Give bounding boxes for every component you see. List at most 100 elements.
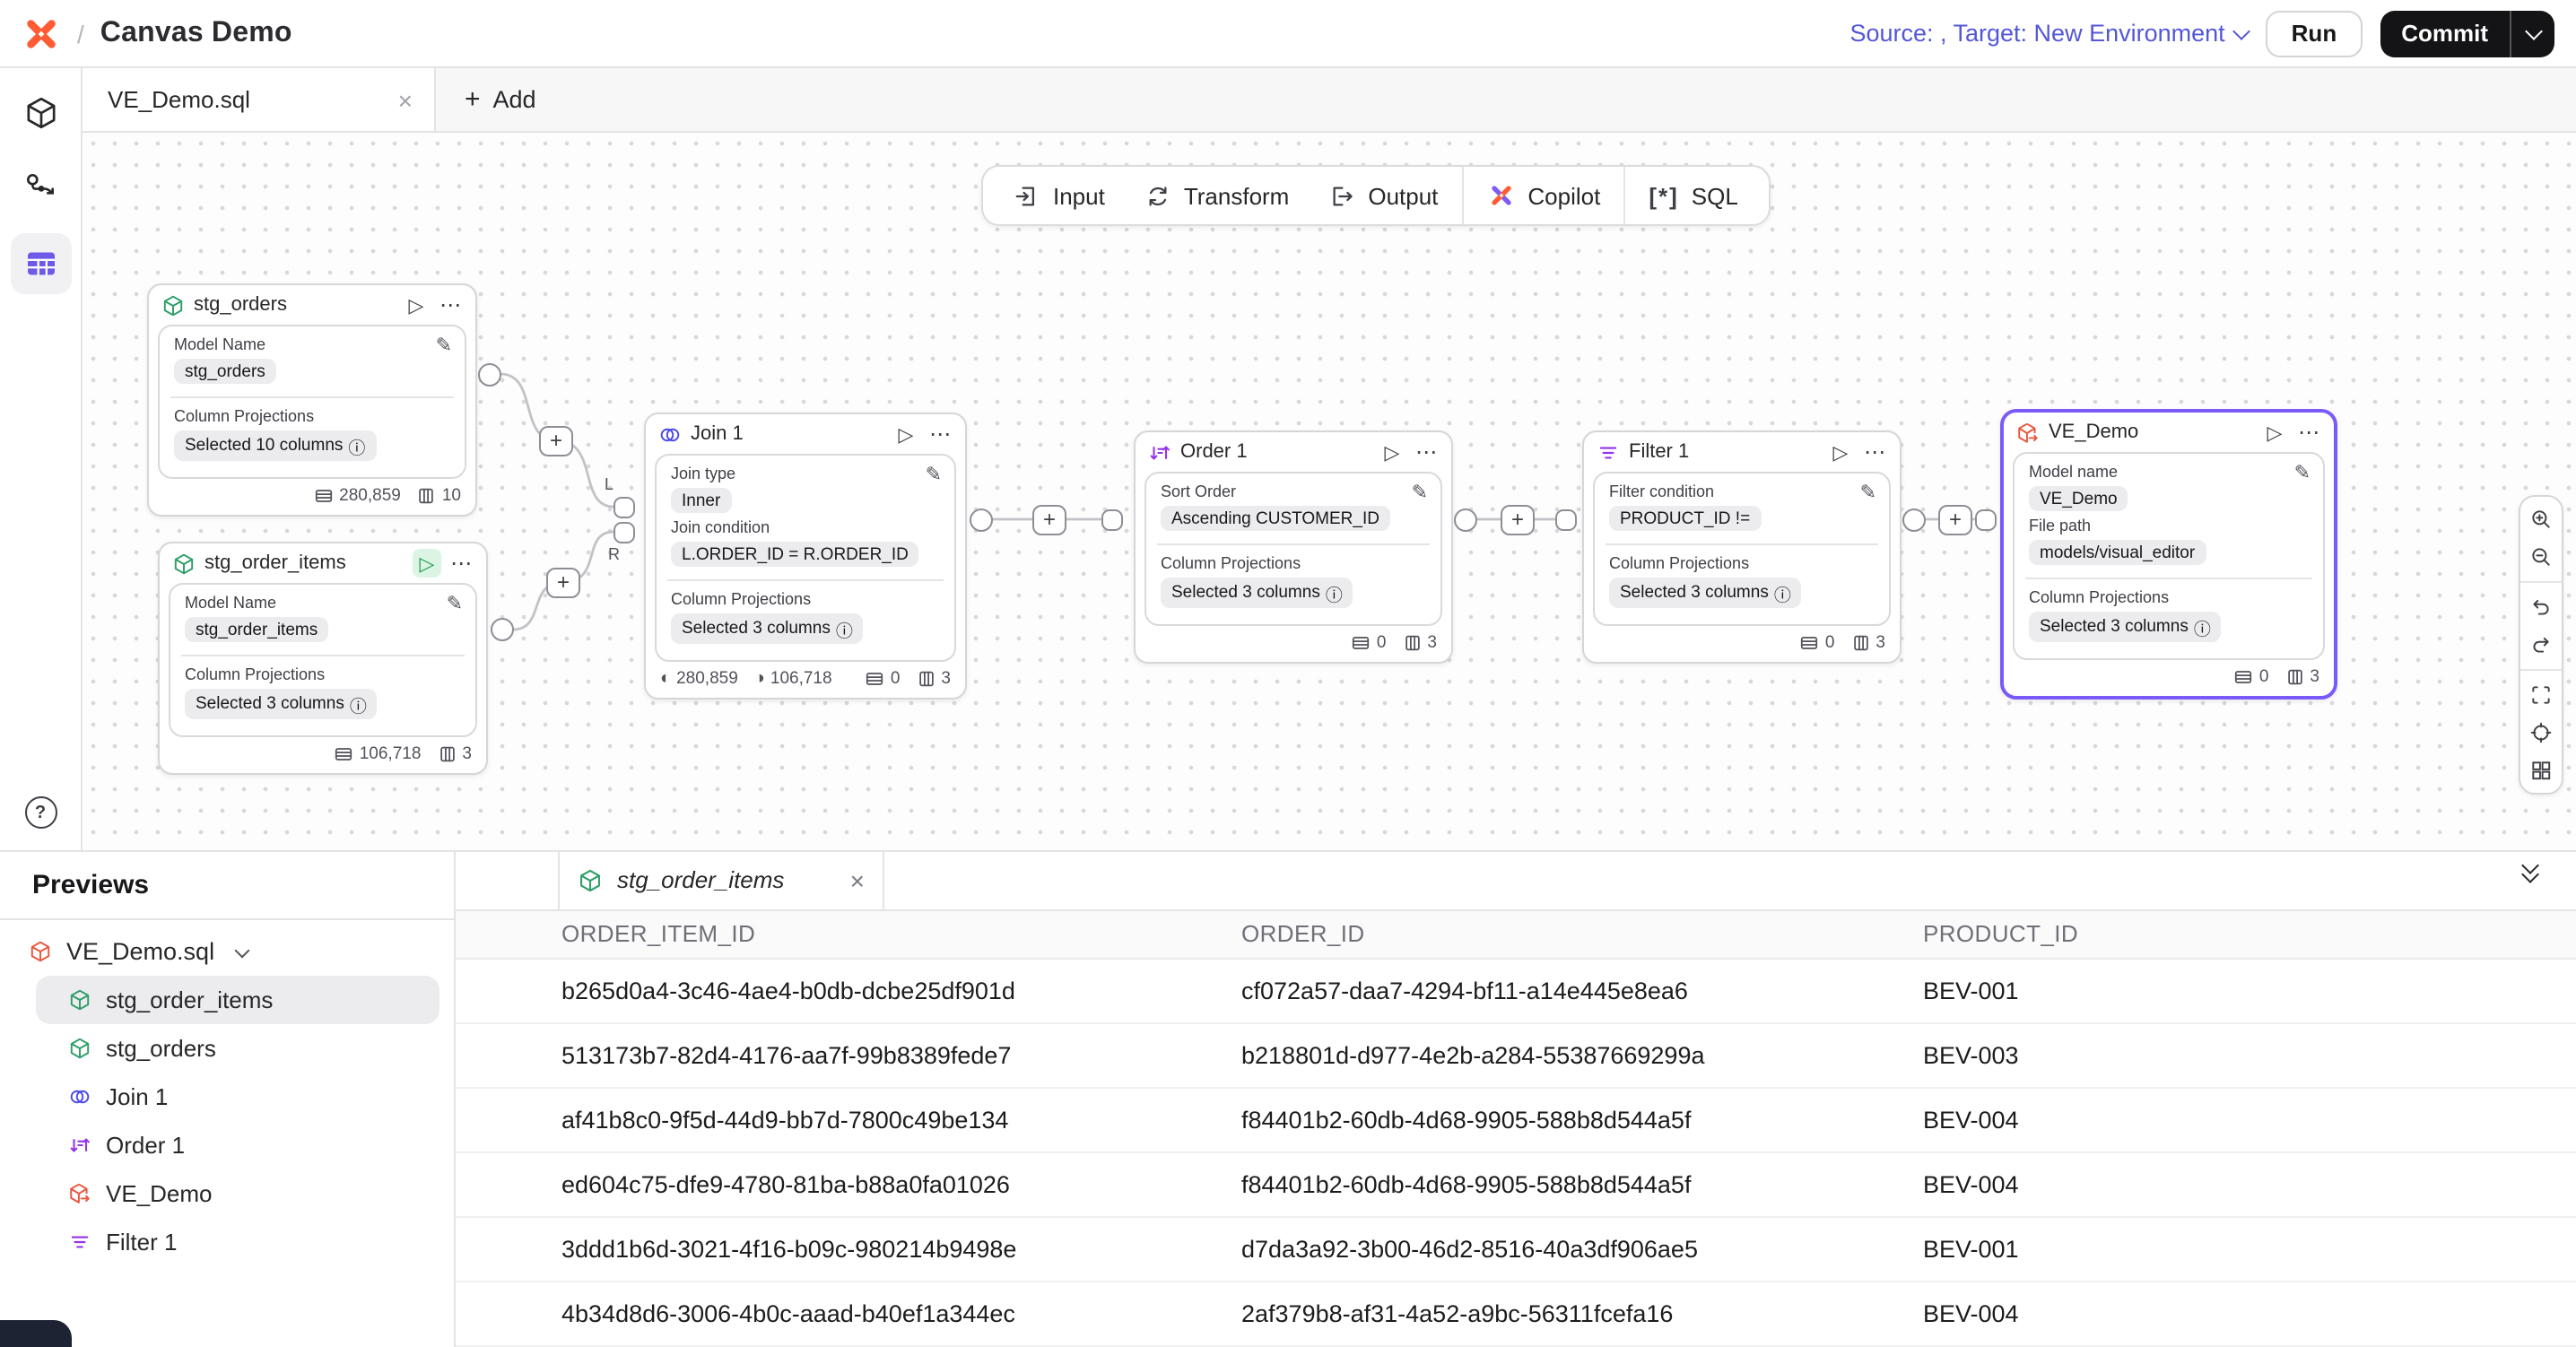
- play-icon[interactable]: ▷: [1826, 438, 1855, 466]
- toolbar-output-button[interactable]: Output: [1309, 167, 1458, 224]
- redo-button[interactable]: [2528, 631, 2554, 658]
- info-icon[interactable]: ⓘ: [836, 616, 853, 641]
- info-icon[interactable]: ⓘ: [1774, 580, 1791, 605]
- edit-icon[interactable]: ✎: [436, 334, 452, 357]
- tree-item-join-1[interactable]: Join 1: [36, 1073, 439, 1121]
- tree-item-ve-demo[interactable]: VE_Demo: [36, 1169, 439, 1218]
- output-port-order[interactable]: [1454, 508, 1477, 531]
- tree-item-stg-order-items[interactable]: stg_order_items: [36, 976, 439, 1024]
- edit-icon[interactable]: ✎: [447, 592, 463, 615]
- tree-item-stg-orders[interactable]: stg_orders: [36, 1024, 439, 1073]
- add-step-button[interactable]: +: [1501, 504, 1535, 534]
- zoom-out-button[interactable]: [2528, 543, 2554, 570]
- rail-previews-button[interactable]: [10, 233, 71, 294]
- field-value-pill[interactable]: Selected 3 columnsⓘ: [1161, 578, 1353, 608]
- corner-widget[interactable]: [0, 1320, 72, 1347]
- play-icon[interactable]: ▷: [892, 420, 920, 448]
- zoom-in-button[interactable]: [2528, 506, 2554, 533]
- table-row[interactable]: 513173b7-82d4-4176-aa7f-99b8389fede7b218…: [456, 1024, 2576, 1089]
- field-value-pill[interactable]: models/visual_editor: [2029, 540, 2206, 565]
- close-icon[interactable]: ×: [850, 866, 865, 895]
- table-row[interactable]: b265d0a4-3c46-4ae4-b0db-dcbe25df901dcf07…: [456, 960, 2576, 1024]
- edit-icon[interactable]: ✎: [1860, 481, 1876, 504]
- field-value-pill[interactable]: Selected 3 columnsⓘ: [2029, 612, 2222, 642]
- environment-switcher[interactable]: Source: , Target: New Environment: [1849, 20, 2248, 47]
- info-icon[interactable]: ⓘ: [2194, 614, 2211, 639]
- canvas-node-stg_orders[interactable]: stg_orders▷⋯✎Model Namestg_ordersColumn …: [147, 283, 477, 517]
- field-value-pill[interactable]: VE_Demo: [2029, 486, 2128, 511]
- field-value-pill[interactable]: Selected 10 columnsⓘ: [174, 430, 376, 461]
- output-port-filter[interactable]: [1902, 508, 1926, 531]
- input-port-join-right[interactable]: [614, 521, 635, 543]
- field-value-pill[interactable]: stg_order_items: [185, 617, 328, 642]
- field-value-pill[interactable]: Ascending CUSTOMER_ID: [1161, 506, 1390, 531]
- rail-lineage-button[interactable]: [10, 158, 71, 219]
- more-icon[interactable]: ⋯: [929, 421, 953, 447]
- table-row[interactable]: af41b8c0-9f5d-44d9-bb7d-7800c49be134f844…: [456, 1089, 2576, 1153]
- more-icon[interactable]: ⋯: [2298, 420, 2321, 445]
- table-row[interactable]: 4b34d8d6-3006-4b0c-aaad-b40ef1a344ec2af3…: [456, 1282, 2576, 1347]
- field-value-pill[interactable]: Selected 3 columnsⓘ: [671, 613, 864, 644]
- commit-menu-button[interactable]: [2510, 10, 2554, 56]
- overview-button[interactable]: [2528, 757, 2554, 784]
- field-value-pill[interactable]: PRODUCT_ID !=: [1609, 506, 1761, 531]
- play-icon[interactable]: ▷: [402, 291, 431, 319]
- toolbar-copilot-button[interactable]: Copilot: [1466, 167, 1620, 224]
- toolbar-input-button[interactable]: Input: [994, 167, 1125, 224]
- play-icon[interactable]: ▷: [413, 549, 441, 578]
- canvas-node-join_1[interactable]: Join 1▷⋯✎Join typeInnerJoin conditionL.O…: [644, 413, 967, 700]
- help-button[interactable]: ?: [24, 796, 57, 829]
- rail-models-button[interactable]: [10, 83, 71, 143]
- toolbar-sql-button[interactable]: [*] SQL: [1629, 167, 1757, 224]
- add-step-button[interactable]: +: [1938, 504, 1972, 534]
- close-icon[interactable]: ×: [398, 85, 413, 114]
- field-value-pill[interactable]: Selected 3 columnsⓘ: [185, 689, 378, 719]
- output-port-stg-order-items[interactable]: [491, 618, 514, 641]
- more-icon[interactable]: ⋯: [450, 551, 474, 576]
- locate-button[interactable]: [2528, 719, 2554, 746]
- dbt-logo-icon[interactable]: [22, 13, 61, 53]
- input-port-filter[interactable]: [1555, 508, 1577, 530]
- more-icon[interactable]: ⋯: [439, 292, 463, 317]
- column-header[interactable]: PRODUCT_ID: [1923, 921, 2576, 948]
- column-header[interactable]: ORDER_ITEM_ID: [561, 921, 1241, 948]
- info-icon[interactable]: ⓘ: [350, 691, 367, 717]
- tree-item-filter-1[interactable]: Filter 1: [36, 1218, 439, 1266]
- field-value-pill[interactable]: Inner: [671, 488, 731, 513]
- field-value-pill[interactable]: L.ORDER_ID = R.ORDER_ID: [671, 542, 919, 567]
- tree-item-order-1[interactable]: Order 1: [36, 1121, 439, 1169]
- table-row[interactable]: 3ddd1b6d-3021-4f16-b09c-980214b9498ed7da…: [456, 1218, 2576, 1282]
- tree-item-ve-demo-sql[interactable]: VE_Demo.sql: [18, 927, 439, 976]
- canvas-node-filter_1[interactable]: Filter 1▷⋯✎Filter conditionPRODUCT_ID !=…: [1582, 430, 1902, 664]
- run-button[interactable]: Run: [2267, 10, 2363, 56]
- add-step-button[interactable]: +: [539, 425, 573, 456]
- info-icon[interactable]: ⓘ: [1326, 580, 1343, 605]
- canvas[interactable]: L R + + + + + Input: [83, 133, 2576, 850]
- add-step-button[interactable]: +: [546, 567, 580, 597]
- more-icon[interactable]: ⋯: [1415, 439, 1439, 465]
- table-row[interactable]: ed604c75-dfe9-4780-81ba-b88a0fa01026f844…: [456, 1153, 2576, 1218]
- commit-button[interactable]: Commit: [2380, 10, 2510, 56]
- edit-icon[interactable]: ✎: [926, 463, 942, 486]
- input-port-ve-demo[interactable]: [1975, 508, 1997, 530]
- field-value-pill[interactable]: Selected 3 columnsⓘ: [1609, 578, 1802, 608]
- output-port-stg-orders[interactable]: [478, 362, 501, 386]
- toolbar-transform-button[interactable]: Transform: [1125, 167, 1310, 224]
- collapse-panel-button[interactable]: [2524, 863, 2537, 881]
- preview-tab-stg-order-items[interactable]: stg_order_items ×: [558, 852, 884, 909]
- info-icon[interactable]: ⓘ: [348, 433, 365, 458]
- fit-view-button[interactable]: [2528, 682, 2554, 708]
- play-icon[interactable]: ▷: [2260, 418, 2289, 447]
- play-icon[interactable]: ▷: [1378, 438, 1406, 466]
- tab-ve-demo-sql[interactable]: VE_Demo.sql ×: [83, 68, 436, 131]
- add-tab-button[interactable]: + Add: [436, 68, 565, 131]
- add-step-button[interactable]: +: [1032, 504, 1066, 534]
- edit-icon[interactable]: ✎: [2294, 461, 2311, 484]
- undo-button[interactable]: [2528, 594, 2554, 621]
- output-port-join[interactable]: [970, 508, 993, 531]
- edit-icon[interactable]: ✎: [1412, 481, 1428, 504]
- input-port-order[interactable]: [1101, 508, 1123, 530]
- input-port-join-left[interactable]: [614, 496, 635, 517]
- canvas-node-stg_order_items[interactable]: stg_order_items▷⋯✎Model Namestg_order_it…: [158, 542, 488, 775]
- canvas-node-order_1[interactable]: Order 1▷⋯✎Sort OrderAscending CUSTOMER_I…: [1134, 430, 1453, 664]
